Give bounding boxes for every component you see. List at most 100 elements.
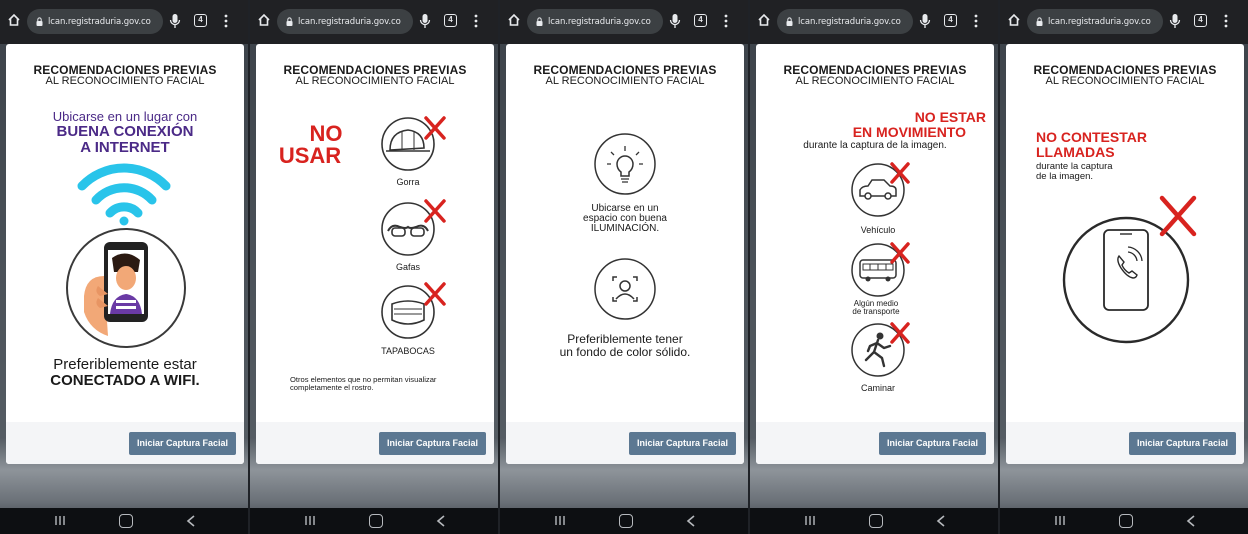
- mask-icon: [381, 282, 446, 339]
- browser-bar: lcan.registraduria.gov.co 4: [0, 0, 248, 44]
- phone-screen-2: lcan.registraduria.gov.co 4 RECOMENDACIO…: [250, 0, 498, 534]
- more-menu-icon[interactable]: [1224, 14, 1228, 28]
- lock-icon: [286, 17, 293, 26]
- nav-home-icon[interactable]: [619, 514, 633, 528]
- phone-call-icon: [1062, 195, 1197, 344]
- address-bar[interactable]: lcan.registraduria.gov.co: [527, 9, 663, 34]
- address-bar[interactable]: lcan.registraduria.gov.co: [27, 9, 163, 34]
- url-text: lcan.registraduria.gov.co: [548, 16, 651, 27]
- item-label-cap: Gorra: [396, 177, 420, 187]
- card-title-line2: AL RECONOCIMIENTO FACIAL: [795, 75, 955, 87]
- recommendation-card: RECOMENDACIONES PREVIAS AL RECONOCIMIENT…: [756, 44, 994, 464]
- car-icon: [851, 162, 910, 217]
- url-text: lcan.registraduria.gov.co: [298, 16, 401, 27]
- item-label-walk: Caminar: [860, 383, 895, 393]
- walking-icon: [851, 322, 910, 377]
- connection-text-1: Ubicarse en un lugar con: [52, 109, 198, 124]
- address-bar[interactable]: lcan.registraduria.gov.co: [777, 9, 913, 34]
- more-menu-icon[interactable]: [974, 14, 978, 28]
- recent-apps-icon[interactable]: [1054, 515, 1066, 526]
- mic-icon[interactable]: [169, 13, 181, 29]
- start-capture-button[interactable]: Iniciar Captura Facial: [128, 432, 236, 455]
- mic-icon[interactable]: [919, 13, 931, 29]
- android-nav-bar: [750, 508, 998, 534]
- recent-apps-icon[interactable]: [54, 515, 66, 526]
- nav-back-icon[interactable]: [686, 515, 696, 527]
- movement-subtitle: durante la captura de la imagen.: [803, 140, 947, 151]
- lighting-text-3: ILUMINACIÓN.: [590, 223, 660, 234]
- item-label-glasses: Gafas: [395, 262, 420, 272]
- more-menu-icon[interactable]: [474, 14, 478, 28]
- mic-icon[interactable]: [669, 13, 681, 29]
- browser-bar: lcan.registraduria.gov.co 4: [1000, 0, 1248, 44]
- tabs-count-button[interactable]: 4: [444, 14, 457, 27]
- nav-back-icon[interactable]: [1186, 515, 1196, 527]
- address-bar[interactable]: lcan.registraduria.gov.co: [277, 9, 413, 34]
- wifi-icon: [77, 163, 171, 226]
- recommendation-card: RECOMENDACIONES PREVIAS AL RECONOCIMIENT…: [506, 44, 744, 464]
- url-text: lcan.registraduria.gov.co: [798, 16, 901, 27]
- recent-apps-icon[interactable]: [554, 515, 566, 526]
- card-title: RECOMENDACIONES PREVIAS AL RECONOCIMIENT…: [506, 64, 744, 87]
- wifi-text-2: CONECTADO A WIFI.: [50, 372, 200, 389]
- card-title-line2: AL RECONOCIMIENTO FACIAL: [1045, 75, 1205, 87]
- tabs-count-button[interactable]: 4: [1194, 14, 1207, 27]
- card-footer: Iniciar Captura Facial: [506, 422, 744, 464]
- nav-home-icon[interactable]: [1119, 514, 1133, 528]
- background-text-2: un fondo de color sólido.: [559, 345, 691, 359]
- card-title-line2: AL RECONOCIMIENTO FACIAL: [545, 75, 705, 87]
- android-nav-bar: [1000, 508, 1248, 534]
- home-icon[interactable]: [507, 13, 521, 27]
- wifi-text-1: Preferiblemente estar: [53, 356, 197, 373]
- nav-back-icon[interactable]: [436, 515, 446, 527]
- card-footer: Iniciar Captura Facial: [1006, 422, 1244, 464]
- recommendation-card: RECOMENDACIONES PREVIAS AL RECONOCIMIENT…: [256, 44, 494, 464]
- calls-heading-2: LLAMADAS: [1036, 144, 1115, 160]
- home-icon[interactable]: [757, 13, 771, 27]
- recent-apps-icon[interactable]: [804, 515, 816, 526]
- address-bar[interactable]: lcan.registraduria.gov.co: [1027, 9, 1163, 34]
- card-title: RECOMENDACIONES PREVIAS AL RECONOCIMIENT…: [6, 64, 244, 87]
- mic-icon[interactable]: [419, 13, 431, 29]
- nav-home-icon[interactable]: [869, 514, 883, 528]
- mic-icon[interactable]: [1169, 13, 1181, 29]
- url-text: lcan.registraduria.gov.co: [1048, 16, 1151, 27]
- cap-icon: [381, 116, 446, 171]
- start-capture-button[interactable]: Iniciar Captura Facial: [378, 432, 486, 455]
- lock-icon: [1036, 17, 1043, 26]
- card-title-line2: AL RECONOCIMIENTO FACIAL: [45, 75, 205, 87]
- item-label-mask: TAPABOCAS: [381, 346, 435, 356]
- glasses-icon: [381, 199, 446, 256]
- more-menu-icon[interactable]: [724, 14, 728, 28]
- more-menu-icon[interactable]: [224, 14, 228, 28]
- lock-icon: [536, 17, 543, 26]
- start-capture-button[interactable]: Iniciar Captura Facial: [628, 432, 736, 455]
- card-title: RECOMENDACIONES PREVIAS AL RECONOCIMIENT…: [756, 64, 994, 87]
- face-scan-icon: [594, 258, 656, 320]
- nav-home-icon[interactable]: [119, 514, 133, 528]
- recent-apps-icon[interactable]: [304, 515, 316, 526]
- recommendation-card: RECOMENDACIONES PREVIAS AL RECONOCIMIENT…: [1006, 44, 1244, 464]
- other-elements-note: Otros elementos que no permitan visualiz…: [290, 375, 437, 392]
- android-nav-bar: [250, 508, 498, 534]
- tabs-count-button[interactable]: 4: [694, 14, 707, 27]
- calls-sub-2: de la imagen.: [1036, 171, 1094, 182]
- start-capture-button[interactable]: Iniciar Captura Facial: [878, 432, 986, 455]
- tabs-count-button[interactable]: 4: [944, 14, 957, 27]
- lock-icon: [786, 17, 793, 26]
- card-footer: Iniciar Captura Facial: [6, 422, 244, 464]
- home-icon[interactable]: [7, 13, 21, 27]
- movement-heading-1: NO ESTAR: [914, 109, 986, 125]
- home-icon[interactable]: [257, 13, 271, 27]
- item-label-vehicle: Vehículo: [860, 225, 896, 235]
- nav-back-icon[interactable]: [186, 515, 196, 527]
- lightbulb-icon: [594, 133, 656, 195]
- movement-heading-2: EN MOVIMIENTO: [852, 124, 966, 140]
- start-capture-button[interactable]: Iniciar Captura Facial: [1128, 432, 1236, 455]
- nav-home-icon[interactable]: [369, 514, 383, 528]
- connection-text-3: A INTERNET: [80, 139, 170, 156]
- phone-screen-5: lcan.registraduria.gov.co 4 RECOMENDACIO…: [1000, 0, 1248, 534]
- tabs-count-button[interactable]: 4: [194, 14, 207, 27]
- nav-back-icon[interactable]: [936, 515, 946, 527]
- home-icon[interactable]: [1007, 13, 1021, 27]
